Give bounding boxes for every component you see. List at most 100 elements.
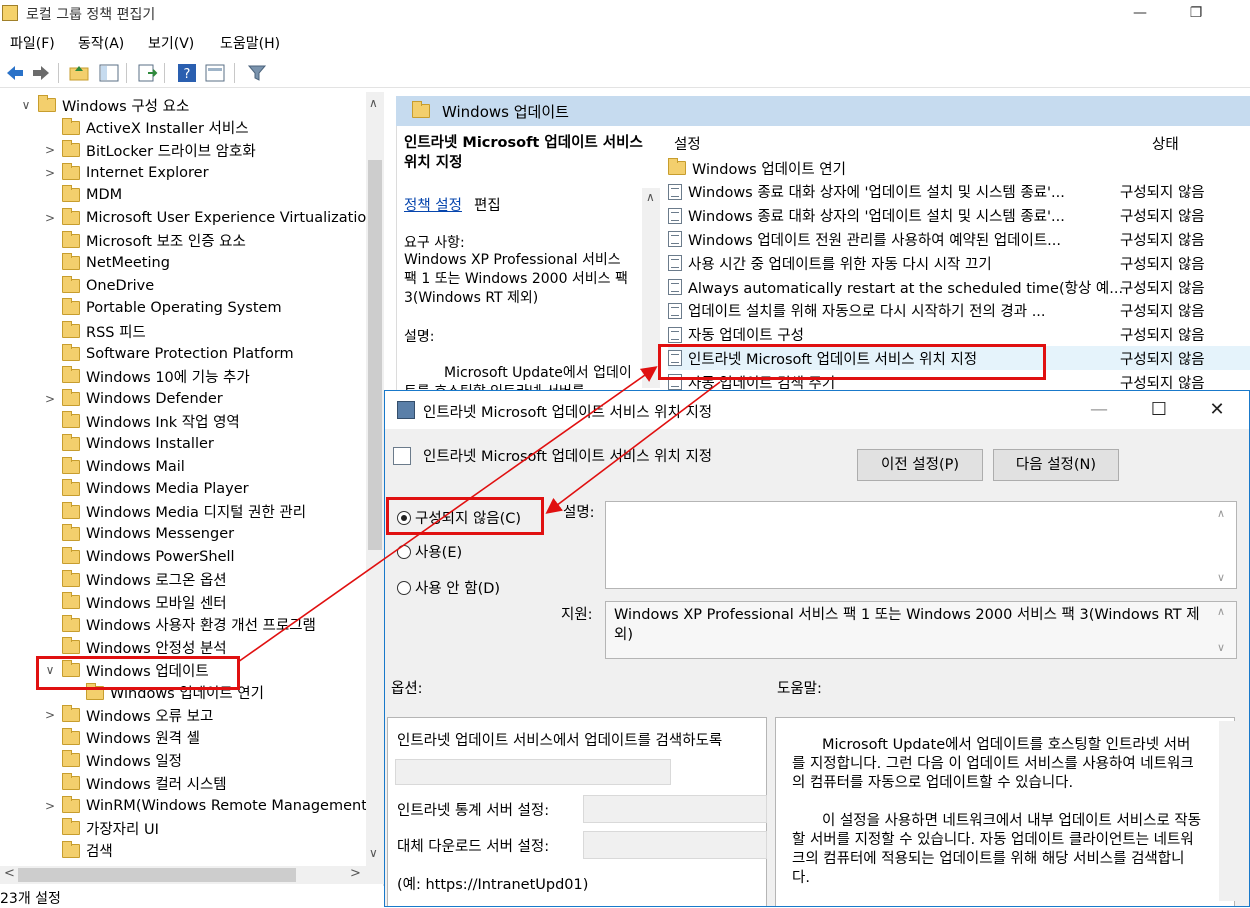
help-scrollbar[interactable] bbox=[1219, 721, 1235, 901]
tree-item[interactable]: Windows 컬러 시스템 bbox=[44, 772, 227, 794]
scroll-down-icon[interactable]: ∨ bbox=[369, 846, 378, 860]
chevron-right-icon[interactable]: > bbox=[44, 708, 56, 722]
tree-item-label: Windows 안정성 분석 bbox=[86, 640, 227, 657]
tree-item[interactable]: Windows 원격 셸 bbox=[44, 727, 200, 749]
filter-icon[interactable] bbox=[246, 62, 268, 84]
tree-item-label: 가장자리 UI bbox=[86, 821, 159, 838]
tree-item[interactable]: > Internet Explorer bbox=[44, 162, 209, 184]
column-header-setting[interactable]: 설정 bbox=[674, 133, 701, 154]
setting-row[interactable]: Always automatically restart at the sche… bbox=[668, 275, 1250, 299]
tree-item[interactable]: Windows Ink 작업 영역 bbox=[44, 410, 240, 432]
tree-item[interactable]: Windows 10에 기능 추가 bbox=[44, 365, 250, 387]
tree-item[interactable]: Windows 안정성 분석 bbox=[44, 636, 227, 658]
tree-item[interactable]: Windows 로그온 옵션 bbox=[44, 569, 227, 591]
scroll-up-icon[interactable]: ∧ bbox=[1217, 507, 1225, 520]
tree-item[interactable]: > Windows Defender bbox=[44, 388, 223, 410]
setting-row[interactable]: 자동 업데이트 구성 구성되지 않음 bbox=[668, 323, 1250, 347]
tree-item[interactable]: 검색 bbox=[44, 840, 113, 862]
tree-item[interactable]: Windows Mail bbox=[44, 456, 185, 478]
dialog-close-button[interactable]: ✕ bbox=[1197, 397, 1237, 423]
statistics-server-input[interactable] bbox=[583, 795, 767, 823]
scroll-down-icon[interactable]: ∨ bbox=[1217, 641, 1225, 654]
chevron-right-icon[interactable]: > bbox=[44, 392, 56, 406]
tree-item[interactable]: MDM bbox=[44, 184, 122, 206]
up-folder-icon[interactable] bbox=[68, 62, 90, 84]
setting-row[interactable]: Windows 업데이트 연기 bbox=[668, 156, 1250, 180]
radio-enabled[interactable]: 사용(E) bbox=[397, 541, 462, 562]
tree-item-label: RSS 피드 bbox=[86, 324, 146, 341]
column-header-state[interactable]: 상태 bbox=[1152, 133, 1179, 154]
setting-row[interactable]: 업데이트 설치를 위해 자동으로 다시 시작하기 전의 경과 ... 구성되지 않… bbox=[668, 299, 1250, 323]
tree-item[interactable]: OneDrive bbox=[44, 275, 154, 297]
tree-item[interactable]: > BitLocker 드라이브 암호화 bbox=[44, 139, 256, 161]
tree-item[interactable]: > Windows 오류 보고 bbox=[44, 704, 213, 726]
tree-scroll-thumb[interactable] bbox=[368, 160, 382, 550]
scroll-up-icon[interactable]: ∧ bbox=[646, 190, 655, 204]
scroll-down-icon[interactable]: ∨ bbox=[1217, 571, 1225, 584]
chevron-down-icon[interactable]: ∨ bbox=[20, 98, 32, 112]
scroll-left-icon[interactable]: < bbox=[4, 866, 15, 881]
folder-icon bbox=[62, 592, 80, 610]
tree-item[interactable]: Windows Messenger bbox=[44, 523, 234, 545]
radio-not-configured[interactable]: 구성되지 않음(C) bbox=[397, 507, 521, 528]
setting-row[interactable]: Windows 업데이트 전원 관리를 사용하여 예약된 업데이트... 구성되지… bbox=[668, 227, 1250, 251]
menu-view[interactable]: 보기(V) bbox=[148, 33, 194, 53]
update-service-input[interactable] bbox=[395, 759, 671, 785]
tree-item[interactable]: Software Protection Platform bbox=[44, 343, 294, 365]
tree-item[interactable]: Windows Installer bbox=[44, 433, 214, 455]
menu-action[interactable]: 동작(A) bbox=[78, 33, 124, 53]
tree-item[interactable]: ∨ Windows 구성 요소 bbox=[20, 94, 189, 116]
tree-item[interactable]: Windows 모바일 센터 bbox=[44, 591, 227, 613]
previous-setting-button[interactable]: 이전 설정(P) bbox=[857, 449, 983, 481]
maximize-button[interactable]: ❐ bbox=[1176, 2, 1216, 24]
properties-icon[interactable] bbox=[204, 62, 226, 84]
back-arrow-icon[interactable] bbox=[4, 62, 26, 84]
tree-item[interactable]: > WinRM(Windows Remote Management) bbox=[44, 795, 373, 817]
tree-item[interactable]: 가장자리 UI bbox=[44, 817, 159, 839]
dialog-maximize-button[interactable]: ☐ bbox=[1139, 397, 1179, 423]
chevron-right-icon[interactable]: > bbox=[44, 211, 56, 225]
show-hide-tree-icon[interactable] bbox=[98, 62, 120, 84]
tree-item[interactable]: > Microsoft User Experience Virtualizatio… bbox=[44, 207, 375, 229]
chevron-right-icon[interactable]: > bbox=[44, 143, 56, 157]
tree-item[interactable]: Windows 일정 bbox=[44, 749, 182, 771]
tree-item-label: 검색 bbox=[86, 844, 113, 861]
tree-item-label: ActiveX Installer 서비스 bbox=[86, 121, 249, 138]
tree-hscroll-thumb[interactable] bbox=[18, 868, 296, 882]
tree-item[interactable]: Windows Media Player bbox=[44, 478, 249, 500]
menu-file[interactable]: 파일(F) bbox=[10, 33, 55, 53]
tree-item[interactable]: Windows PowerShell bbox=[44, 546, 235, 568]
tree-item[interactable]: Windows 사용자 환경 개선 프로그램 bbox=[44, 614, 316, 636]
tree-item[interactable]: Portable Operating System bbox=[44, 297, 282, 319]
radio-disabled[interactable]: 사용 안 함(D) bbox=[397, 577, 500, 598]
forward-arrow-icon[interactable] bbox=[30, 62, 52, 84]
requirements-text: Windows XP Professional 서비스 팩 1 또는 Windo… bbox=[404, 252, 628, 306]
policy-settings-link[interactable]: 정책 설정 bbox=[404, 194, 462, 215]
setting-row[interactable]: Windows 종료 대화 상자에 '업데이트 설치 및 시스템 종료'... 구… bbox=[668, 180, 1250, 204]
menu-help[interactable]: 도움말(H) bbox=[220, 33, 280, 53]
settings-scrollbar[interactable] bbox=[642, 188, 660, 388]
tree-item[interactable]: Microsoft 보조 인증 요소 bbox=[44, 230, 246, 252]
minimize-button[interactable]: — bbox=[1120, 2, 1160, 24]
chevron-right-icon[interactable]: > bbox=[44, 166, 56, 180]
tree-item[interactable]: ∨ Windows 업데이트 bbox=[44, 659, 209, 681]
scroll-up-icon[interactable]: ∧ bbox=[1217, 605, 1225, 618]
tree-item[interactable]: Windows Media 디지털 권한 관리 bbox=[44, 501, 306, 523]
setting-row[interactable]: 인트라넷 Microsoft 업데이트 서비스 위치 지정 구성되지 않음 bbox=[668, 346, 1250, 371]
scroll-up-icon[interactable]: ∧ bbox=[369, 96, 378, 110]
export-list-icon[interactable] bbox=[136, 62, 158, 84]
scroll-right-icon[interactable]: > bbox=[350, 866, 361, 881]
next-setting-button[interactable]: 다음 설정(N) bbox=[993, 449, 1119, 481]
chevron-right-icon[interactable]: > bbox=[44, 799, 56, 813]
alternate-download-input[interactable] bbox=[583, 831, 767, 859]
help-icon[interactable]: ? bbox=[176, 62, 198, 84]
tree-item[interactable]: Windows 업데이트 연기 bbox=[68, 682, 264, 704]
chevron-down-icon[interactable]: ∨ bbox=[44, 663, 56, 677]
tree-item[interactable]: ActiveX Installer 서비스 bbox=[44, 117, 249, 139]
comment-textarea[interactable] bbox=[605, 501, 1237, 589]
setting-row[interactable]: 사용 시간 중 업데이트를 위한 자동 다시 시작 끄기 구성되지 않음 bbox=[668, 251, 1250, 275]
dialog-minimize-button[interactable]: — bbox=[1079, 397, 1119, 423]
tree-item[interactable]: RSS 피드 bbox=[44, 320, 146, 342]
setting-row[interactable]: Windows 종료 대화 상자의 '업데이트 설치 및 시스템 종료'... 구… bbox=[668, 204, 1250, 228]
tree-item[interactable]: NetMeeting bbox=[44, 252, 170, 274]
